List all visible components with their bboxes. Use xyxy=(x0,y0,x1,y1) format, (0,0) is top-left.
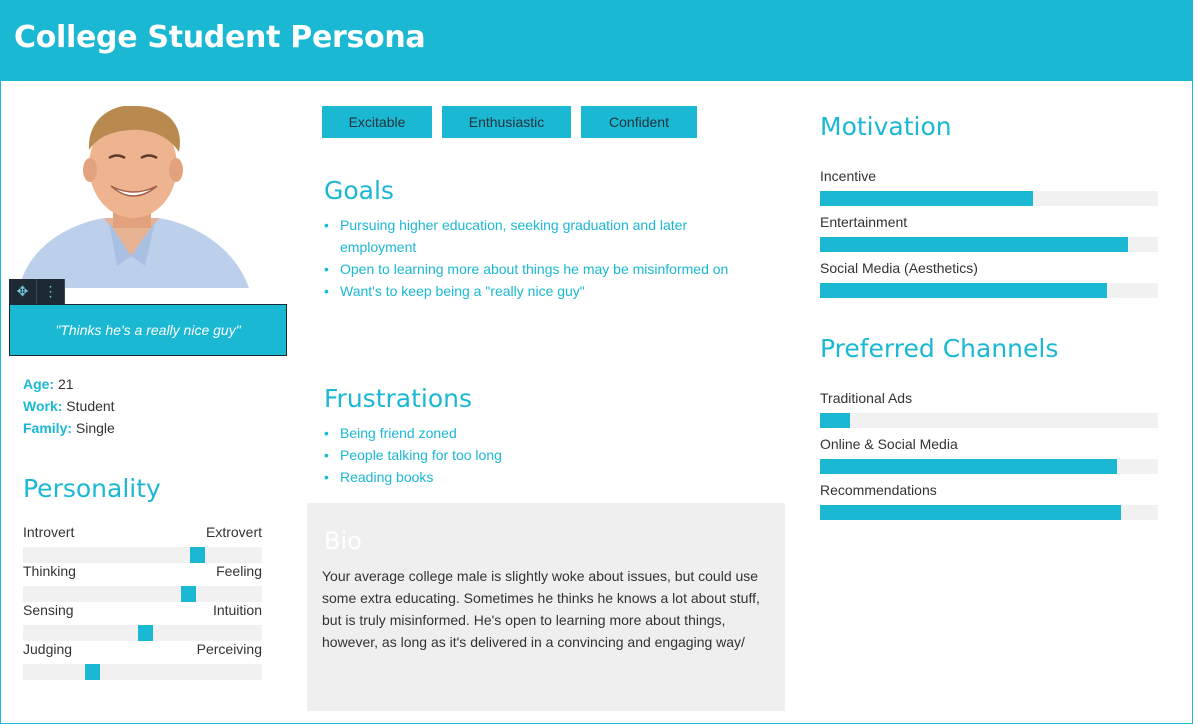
list-item: Reading books xyxy=(324,466,754,488)
meter-traditional-ads: Traditional Ads xyxy=(820,390,1158,428)
meter-fill xyxy=(820,459,1118,474)
persona-photo xyxy=(9,106,251,288)
meter-online-social: Online & Social Media xyxy=(820,436,1158,474)
list-item: Want's to keep being a "really nice guy" xyxy=(324,280,754,302)
tag-excitable: Excitable xyxy=(322,106,432,138)
meter-track xyxy=(820,505,1158,520)
meter-track xyxy=(820,237,1158,252)
bio-title: Bio xyxy=(324,527,362,555)
trait-track[interactable] xyxy=(23,586,262,602)
goals-list: Pursuing higher education, seeking gradu… xyxy=(324,214,754,302)
meter-recommendations: Recommendations xyxy=(820,482,1158,520)
persona-facts: Age: 21 Work: Student Family: Single xyxy=(23,373,115,439)
meter-track xyxy=(820,191,1158,206)
trait-track[interactable] xyxy=(23,625,262,641)
bio-text: Your average college male is slightly wo… xyxy=(322,568,760,650)
move-icon[interactable]: ✥ xyxy=(9,279,37,304)
trait-judging-perceiving: Judging Perceiving xyxy=(23,641,262,680)
persona-card: College Student Persona ✥ ⋮ "Thinks he's… xyxy=(0,0,1193,724)
image-toolbar: ✥ ⋮ xyxy=(9,279,65,304)
fact-work: Work: Student xyxy=(23,398,115,414)
trait-track[interactable] xyxy=(23,664,262,680)
goals-title: Goals xyxy=(324,176,394,205)
trait-introvert-extrovert: Introvert Extrovert xyxy=(23,524,262,563)
trait-track[interactable] xyxy=(23,547,262,563)
header-bar: College Student Persona xyxy=(1,0,1192,81)
frustrations-title: Frustrations xyxy=(324,384,473,413)
trait-slider[interactable] xyxy=(190,547,206,563)
list-item: People talking for too long xyxy=(324,444,754,466)
meter-fill xyxy=(820,191,1033,206)
meter-track xyxy=(820,413,1158,428)
tag-confident: Confident xyxy=(581,106,697,138)
channels-title: Preferred Channels xyxy=(820,334,1059,363)
meter-fill xyxy=(820,505,1121,520)
bio-panel: Bio Your average college male is slightl… xyxy=(307,503,785,711)
fact-family: Family: Single xyxy=(23,420,115,436)
meter-fill xyxy=(820,283,1108,298)
trait-slider[interactable] xyxy=(85,664,101,680)
personality-title: Personality xyxy=(23,474,161,503)
more-vertical-icon[interactable]: ⋮ xyxy=(37,279,65,304)
list-item: Being friend zoned xyxy=(324,422,754,444)
frustrations-list: Being friend zoned People talking for to… xyxy=(324,422,754,488)
personality-tags: Excitable Enthusiastic Confident xyxy=(322,106,697,138)
meter-fill xyxy=(820,237,1128,252)
fact-age: Age: 21 xyxy=(23,376,74,392)
page-title: College Student Persona xyxy=(14,20,426,55)
meter-entertainment: Entertainment xyxy=(820,214,1158,252)
meter-social-media: Social Media (Aesthetics) xyxy=(820,260,1158,298)
tag-enthusiastic: Enthusiastic xyxy=(442,106,571,138)
trait-sensing-intuition: Sensing Intuition xyxy=(23,602,262,641)
list-item: Open to learning more about things he ma… xyxy=(324,258,754,280)
trait-thinking-feeling: Thinking Feeling xyxy=(23,563,262,602)
quote-box: "Thinks he's a really nice guy" xyxy=(9,304,287,356)
meter-fill xyxy=(820,413,851,428)
meter-incentive: Incentive xyxy=(820,168,1158,206)
persona-quote: "Thinks he's a really nice guy" xyxy=(55,322,241,338)
meter-track xyxy=(820,459,1158,474)
motivation-title: Motivation xyxy=(820,112,952,141)
trait-slider[interactable] xyxy=(137,625,153,641)
list-item: Pursuing higher education, seeking gradu… xyxy=(324,214,754,258)
trait-slider[interactable] xyxy=(180,586,196,602)
meter-track xyxy=(820,283,1158,298)
